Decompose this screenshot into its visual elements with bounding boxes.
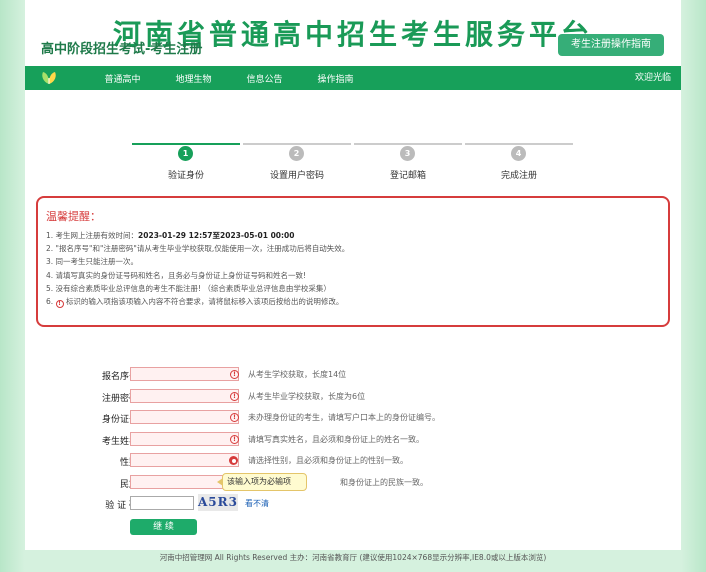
- error-icon: !: [230, 434, 239, 444]
- field-hint: 未办理身份证的考生，请填写户口本上的身份证编号。: [248, 413, 440, 422]
- notice-item: 1. 考生网上注册有效时间：2023-01-29 12:57至2023-05-0…: [46, 229, 660, 242]
- captcha-image[interactable]: A5R3: [198, 494, 238, 511]
- step-line-4: [465, 143, 573, 145]
- welcome-text: 欢迎光临: [634, 73, 671, 83]
- notice-item: 6. ! 标识的输入项指该项输入内容不符合要求，请将鼠标移入该项后按给出的说明修…: [46, 295, 660, 309]
- leaf-logo-icon: [39, 70, 59, 86]
- form-row-password: 注册密码: ! 从考生毕业学校获取，长度为6位: [25, 387, 681, 409]
- form-row-ethnicity: 民族: 和身份证上的民族一致。: [25, 473, 681, 495]
- register-password-input[interactable]: [130, 388, 239, 403]
- continue-button[interactable]: 继 续: [130, 519, 197, 535]
- step-3-circle: 3: [400, 146, 415, 161]
- registration-time: 2023-01-29 12:57至2023-05-01 00:00: [138, 231, 295, 240]
- form-row-name: 考生姓名: ! 请填写真实姓名，且必须和身份证上的姓名一致。: [25, 430, 681, 452]
- footer: 河南中招管理网 All Rights Reserved 主办：河南省教育厅 (建…: [159, 553, 547, 562]
- field-hint: 从考生毕业学校获取，长度为6位: [248, 391, 366, 401]
- form-row-id-number: 身份证号: ! 未办理身份证的考生，请填写户口本上的身份证编号。: [25, 408, 681, 430]
- form-row-gender: 性别: 请选择性别，且必须和身份证上的性别一致。: [25, 451, 681, 473]
- notice-item: 5. 没有综合素质毕业总评信息的考生不能注册! （综合素质毕业总评信息由学校采集…: [46, 283, 331, 293]
- notice-item: 4. 请填写真实的身份证号码和姓名，且务必与身份证上身份证号码和姓名一致!: [46, 270, 307, 280]
- step-1-circle: 1: [178, 146, 193, 161]
- field-hint: 和身份证上的民族一致。: [340, 477, 428, 487]
- captcha-input[interactable]: [130, 496, 194, 510]
- step-4-circle: 4: [511, 146, 526, 161]
- notice-box: 温馨提醒： 1. 考生网上注册有效时间：2023-01-29 12:57至202…: [36, 196, 670, 327]
- field-hint: 从考生学校获取，长度14位: [248, 370, 347, 379]
- step-3-label: 登记邮箱: [389, 171, 426, 181]
- notice-item-text: 1. 考生网上注册有效时间：: [46, 231, 139, 240]
- student-name-input[interactable]: [130, 431, 239, 446]
- main-navbar: 普通高中 地理生物 信息公告 操作指南 欢迎光临: [25, 66, 681, 90]
- error-icon: !: [230, 413, 239, 422]
- registration-guide-button[interactable]: 考生注册操作指南: [558, 34, 664, 56]
- nav-item-geo-bio[interactable]: 地理生物: [158, 72, 229, 85]
- step-line-2: [243, 143, 351, 145]
- page-title: 高中阶段招生考试-考生注册: [41, 42, 203, 57]
- notice-title: 温馨提醒：: [46, 210, 101, 223]
- sequence-no-input[interactable]: [130, 367, 239, 381]
- gender-select[interactable]: [130, 453, 239, 467]
- field-hint: 请选择性别，且必须和身份证上的性别一致。: [248, 456, 408, 465]
- notice-list: 1. 考生网上注册有效时间：2023-01-29 12:57至2023-05-0…: [46, 229, 660, 309]
- step-2-circle: 2: [289, 146, 304, 161]
- form-row-captcha: 验 证 码: A5R3 看不清: [25, 494, 681, 516]
- step-line-1: [132, 143, 240, 145]
- nav-item-announcements[interactable]: 信息公告: [229, 72, 300, 85]
- notice-item: 3. 同一考生只能注册一次。: [46, 257, 139, 267]
- error-icon: !: [230, 370, 239, 379]
- warning-icon: !: [55, 300, 64, 309]
- captcha-text: A5R3: [198, 495, 238, 509]
- registration-form: 报名序号: ! 从考生学校获取，长度14位 注册密码: ! 从考生毕业学校获取，…: [25, 365, 681, 516]
- step-line-3: [354, 143, 462, 145]
- step-4-label: 完成注册: [500, 171, 537, 181]
- step-1-label: 验证身份: [167, 171, 204, 181]
- form-row-sequence-no: 报名序号: ! 从考生学校获取，长度14位: [25, 365, 681, 387]
- notice-item: 2. "报名序号"和"注册密码"请从考生毕业学校获取,仅能使用一次，注册成功后将…: [46, 244, 350, 254]
- step-2-label: 设置用户密码: [269, 171, 324, 181]
- nav-item-guide[interactable]: 操作指南: [300, 72, 371, 85]
- dropdown-icon[interactable]: [229, 456, 238, 465]
- captcha-refresh-link[interactable]: 看不清: [245, 498, 269, 509]
- id-number-input[interactable]: [130, 410, 239, 424]
- required-field-tooltip: 该输入项为必输项: [217, 473, 307, 491]
- field-hint: 请填写真实姓名，且必须和身份证上的姓名一致。: [248, 434, 424, 444]
- notice-item-text: 6.: [46, 297, 54, 307]
- nav-item-high-school[interactable]: 普通高中: [87, 72, 158, 85]
- error-icon: !: [230, 391, 239, 401]
- notice-item-text: 标识的输入项指该项输入内容不符合要求，请将鼠标移入该项后按给出的说明修改。: [65, 297, 344, 307]
